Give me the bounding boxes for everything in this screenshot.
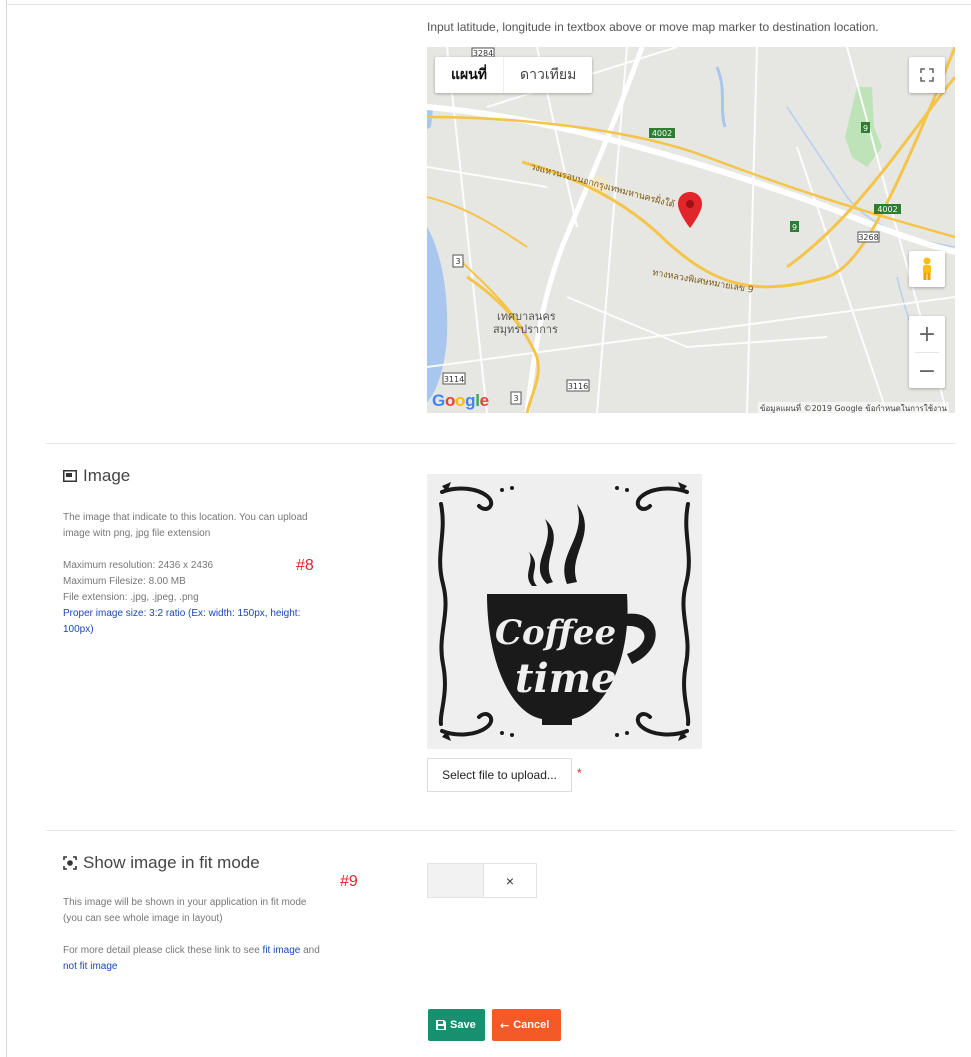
preview-text-time: time [515,655,616,702]
image-section-title: Image [63,466,130,486]
image-title-text: Image [83,466,131,485]
google-logo: Google [432,391,489,410]
svg-text:9: 9 [863,124,868,133]
map-tiles: 4002 9 4002 9 3268 3 3114 3 3116 3284 วง… [427,47,955,413]
proper-size-text-cont: 100px) [63,624,94,635]
preview-text-coffee: Coffee [495,613,616,653]
location-map[interactable]: 4002 9 4002 9 3268 3 3114 3 3116 3284 วง… [427,47,955,413]
fit-detail-and: and [303,945,320,956]
svg-text:3116: 3116 [568,382,588,391]
panel-left-border [6,0,7,1057]
save-label: Save [450,1019,476,1031]
map-attribution[interactable]: ข้อมูลแผนที่ ©2019 Google ข้อกำหนดในการใ… [758,402,949,413]
fit-detail-prefix: For more detail please click these link … [63,945,260,956]
focus-icon [63,856,77,870]
svg-text:เทศบาลนคร: เทศบาลนคร [497,310,556,323]
street-view-button[interactable] [909,251,945,287]
fit-desc-line1: This image will be shown in your applica… [63,897,307,908]
svg-text:สมุทรปราการ: สมุทรปราการ [493,323,558,336]
svg-text:3: 3 [513,394,518,403]
section-divider [46,443,956,444]
required-marker: * [577,766,582,780]
select-file-button[interactable]: Select file to upload... [427,758,572,792]
zoom-controls: + − [909,316,945,388]
toggle-on-side[interactable] [428,864,484,897]
image-preview: Coffee time [427,474,702,749]
tab-map[interactable]: แผนที่ [435,57,503,93]
panel-top-border [6,4,971,5]
image-desc-line2: image witn png, jpg file extension [63,528,211,539]
floppy-disk-icon [436,1020,446,1030]
annotation-9: #9 [340,873,358,890]
svg-text:9: 9 [792,223,797,232]
zoom-in-button[interactable]: + [909,316,945,352]
cancel-button[interactable]: ← Cancel [492,1009,561,1041]
coffee-time-image: Coffee time [427,474,702,749]
svg-text:4002: 4002 [877,205,897,214]
pegman-icon [923,257,931,280]
cancel-label: Cancel [513,1019,550,1031]
picture-icon [63,470,77,482]
annotation-8: #8 [296,557,314,574]
fit-section-title: Show image in fit mode [63,853,260,873]
ring-road-label: วงแหวนรอบนอกกรุงเทพมหานครฝั่งใต้ [529,159,676,210]
image-desc-line1: The image that indicate to this location… [63,512,308,523]
section-divider [46,830,956,831]
fit-detail-line: For more detail please click these link … [63,943,353,959]
proper-size-text: Proper image size: 3:2 ratio (Ex: width:… [63,608,301,619]
map-type-tabs: แผนที่ ดาวเทียม [435,57,593,93]
fit-desc-line2: (you can see whole image in layout) [63,913,223,924]
fit-title-text: Show image in fit mode [83,853,260,872]
svg-text:3: 3 [455,257,460,266]
fit-mode-toggle[interactable]: × [427,863,537,898]
fullscreen-button[interactable] [909,57,945,93]
arrow-left-icon: ← [500,1018,510,1032]
svg-text:3268: 3268 [858,233,878,242]
not-fit-image-link[interactable]: not fit image [63,961,117,972]
file-extension-text: File extension: .jpg, .jpeg, .png [63,592,199,603]
map-hint-text: Input latitude, longitude in textbox abo… [427,20,879,34]
fullscreen-icon [920,68,934,82]
motorway-label: ทางหลวงพิเศษหมายเลข 9 [651,267,754,296]
location-marker-icon[interactable] [678,192,702,228]
zoom-out-button[interactable]: − [909,353,945,389]
fit-description: This image will be shown in your applica… [63,895,353,975]
save-button[interactable]: Save [428,1009,485,1041]
svg-text:3114: 3114 [444,375,464,384]
fit-image-link[interactable]: fit image [263,945,301,956]
toggle-off-side[interactable]: × [484,864,536,897]
shield-4002-a: 4002 [652,129,672,138]
max-filesize-text: Maximum Filesize: 8.00 MB [63,576,186,587]
tab-satellite[interactable]: ดาวเทียม [503,57,592,93]
